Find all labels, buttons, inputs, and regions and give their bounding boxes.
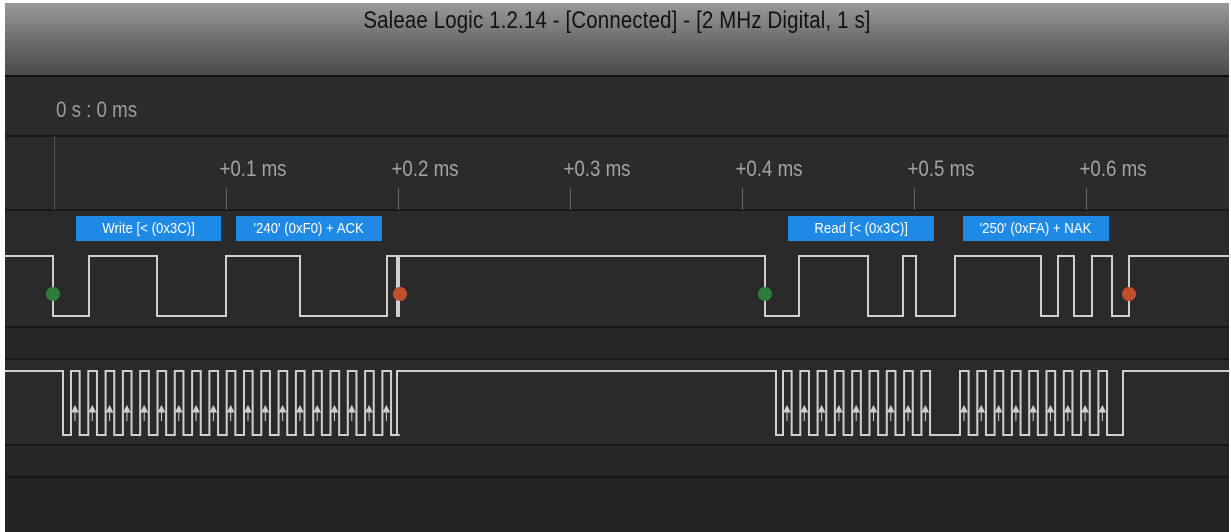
rising-edge-arrow-icon bbox=[296, 404, 304, 421]
rising-edge-arrow-icon bbox=[904, 404, 912, 421]
rising-edge-arrow-icon bbox=[800, 404, 809, 421]
start-condition-marker bbox=[46, 287, 60, 301]
rising-edge-arrow-icon bbox=[71, 404, 79, 421]
rising-edge-arrow-icon bbox=[1029, 404, 1038, 421]
start-condition-marker bbox=[758, 287, 772, 301]
rising-edge-arrow-icon bbox=[140, 404, 149, 421]
rising-edge-arrow-icon bbox=[382, 404, 391, 421]
rising-edge-arrow-icon bbox=[330, 404, 339, 421]
i2c-frame-address-read[interactable]: Read [< (0x3C)] bbox=[788, 216, 934, 241]
logic-analyzer-window: Saleae Logic 1.2.14 - [Connected] - [2 M… bbox=[5, 3, 1229, 532]
rising-edge-arrow-icon bbox=[1012, 404, 1020, 421]
rising-edge-arrow-icon bbox=[244, 404, 252, 421]
rising-edge-arrow-icon bbox=[1098, 404, 1107, 421]
rising-edge-arrow-icon bbox=[261, 404, 270, 421]
rising-edge-arrow-icon bbox=[1081, 404, 1089, 421]
rising-edge-arrow-icon bbox=[994, 404, 1003, 421]
stop-condition-marker bbox=[393, 287, 407, 301]
frame-label-text: '240' (0xF0) + ACK bbox=[253, 220, 365, 237]
rising-edge-arrow-icon bbox=[817, 404, 826, 421]
frame-label-text: '250' (0xFA) + NAK bbox=[980, 220, 1092, 237]
i2c-frame-address-write[interactable]: Write [< (0x3C)] bbox=[76, 216, 221, 241]
rising-edge-arrow-icon bbox=[977, 404, 986, 421]
rising-edge-arrow-icon bbox=[174, 404, 183, 421]
rising-edge-arrow-icon bbox=[209, 404, 218, 421]
rising-edge-arrow-icon bbox=[921, 404, 930, 421]
rising-edge-arrow-icon bbox=[365, 404, 373, 421]
i2c-frame-data-ack[interactable]: '240' (0xF0) + ACK bbox=[236, 216, 382, 241]
rising-edge-arrow-icon bbox=[105, 404, 114, 421]
stop-condition-marker bbox=[1122, 287, 1136, 301]
rising-edge-arrow-icon bbox=[886, 404, 895, 421]
rising-edge-arrow-icon bbox=[278, 404, 287, 421]
rising-edge-arrow-icon bbox=[852, 404, 861, 421]
rising-edge-arrow-icon bbox=[313, 404, 322, 421]
frame-label-text: Read [< (0x3C)] bbox=[814, 220, 908, 237]
rising-edge-arrow-icon bbox=[783, 404, 791, 421]
rising-edge-arrow-icon bbox=[226, 404, 235, 421]
rising-edge-arrow-icon bbox=[88, 404, 97, 421]
scl-waveform-group bbox=[5, 370, 1229, 436]
rising-edge-arrow-icon bbox=[192, 404, 200, 421]
rising-edge-arrow-icon bbox=[123, 404, 131, 421]
scl-waveform bbox=[5, 370, 1229, 436]
rising-edge-arrow-icon bbox=[1046, 404, 1055, 421]
rising-edge-arrow-icon bbox=[1063, 404, 1072, 421]
frame-label-text: Write [< (0x3C)] bbox=[102, 220, 195, 237]
rising-edge-arrow-icon bbox=[960, 404, 968, 421]
rising-edge-arrow-icon bbox=[835, 404, 843, 421]
rising-edge-arrow-icon bbox=[347, 404, 356, 421]
waveform-canvas[interactable] bbox=[5, 3, 1229, 532]
i2c-frame-data-nak[interactable]: '250' (0xFA) + NAK bbox=[963, 216, 1109, 241]
rising-edge-arrow-icon bbox=[157, 404, 166, 421]
rising-edge-arrow-icon bbox=[869, 404, 878, 421]
sda-waveform bbox=[5, 255, 1229, 317]
